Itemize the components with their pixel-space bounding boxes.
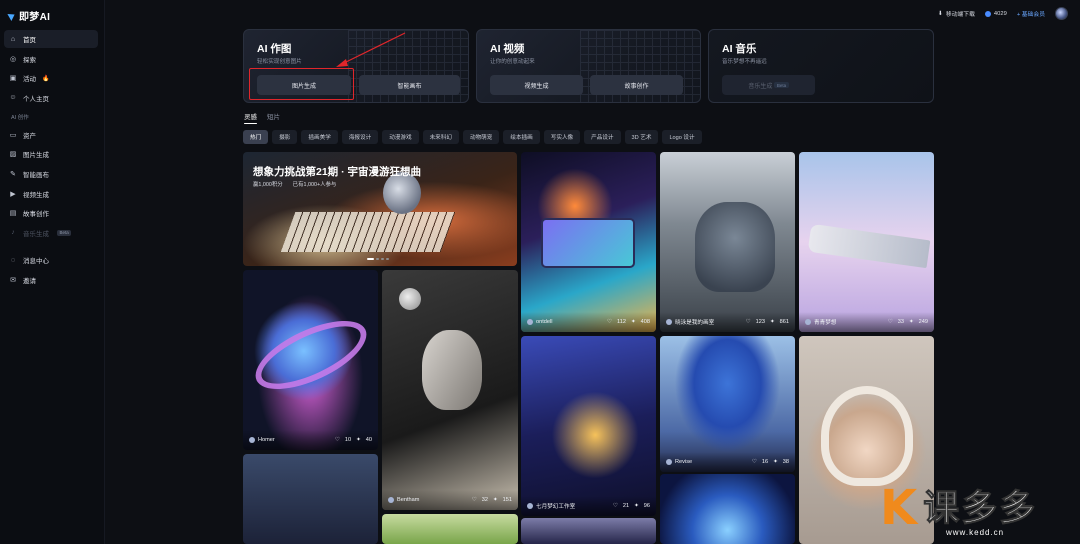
heart-icon[interactable]: ♡ bbox=[335, 437, 340, 443]
user-avatar-icon bbox=[527, 503, 533, 509]
gallery-tile[interactable]: Homer ♡ 10 ✦ 40 bbox=[243, 270, 378, 450]
heart-icon[interactable]: ♡ bbox=[472, 497, 477, 503]
tab-inspiration[interactable]: 灵感 bbox=[244, 111, 257, 124]
remix-icon: ✦ bbox=[773, 459, 778, 465]
hero-banner[interactable]: 想象力挑战第21期 · 宇宙漫游狂想曲 赢1,000积分 已有1,000+人参与 bbox=[243, 152, 517, 266]
remix-icon: ✦ bbox=[630, 319, 636, 325]
chip-portrait[interactable]: 写实人像 bbox=[543, 130, 581, 144]
gallery-tile[interactable] bbox=[660, 474, 795, 544]
chip-photography[interactable]: 摄影 bbox=[272, 130, 298, 144]
tile-likes: 112 bbox=[617, 319, 626, 325]
tile-meta: 七月梦幻工作室 ♡ 21 ✦ 96 bbox=[521, 496, 656, 516]
tile-remix-count: 40 bbox=[365, 437, 372, 443]
heart-icon[interactable]: ♡ bbox=[746, 319, 751, 325]
planet-ring-illustration bbox=[246, 306, 376, 404]
tile-author[interactable]: Revise bbox=[675, 459, 692, 465]
doll-illustration bbox=[821, 386, 913, 486]
cassette-illustration bbox=[541, 218, 635, 268]
tile-author[interactable]: ontdell bbox=[536, 319, 552, 325]
user-avatar-icon bbox=[249, 437, 255, 443]
gallery-tile[interactable]: 青青梦想 ♡ 33 ✦ 249 bbox=[799, 152, 934, 332]
chip-pets[interactable]: 动物萌宠 bbox=[462, 130, 500, 144]
tile-remix-count: 408 bbox=[640, 319, 650, 325]
remix-icon: ✦ bbox=[492, 497, 498, 503]
tile-likes: 33 bbox=[897, 319, 904, 325]
hero-subtitle: 赢1,000积分 已有1,000+人参与 bbox=[253, 180, 336, 188]
heart-icon[interactable]: ♡ bbox=[888, 319, 893, 325]
tile-likes: 10 bbox=[344, 437, 352, 443]
heart-icon[interactable]: ♡ bbox=[752, 459, 757, 465]
tile-author[interactable]: Homer bbox=[258, 437, 275, 443]
watermark-url: www.kedd.cn bbox=[946, 528, 1005, 537]
watermark-text: 课多多 bbox=[923, 487, 1038, 528]
content-tabs: 灵感 短片 bbox=[244, 111, 280, 124]
chip-picture-book[interactable]: 绘本插画 bbox=[503, 130, 540, 144]
carousel-dot[interactable] bbox=[367, 258, 374, 260]
carousel-dot[interactable] bbox=[386, 258, 389, 260]
remix-icon: ✦ bbox=[356, 437, 361, 443]
moon-illustration bbox=[399, 288, 421, 310]
watermark-k: K bbox=[880, 480, 918, 536]
chip-3d-art[interactable]: 3D 艺术 bbox=[624, 130, 659, 144]
remix-icon: ✦ bbox=[634, 503, 639, 509]
tile-author[interactable]: 青青梦想 bbox=[814, 318, 836, 326]
user-avatar-icon bbox=[388, 497, 394, 503]
tile-remix-count: 151 bbox=[502, 497, 512, 503]
remix-icon: ✦ bbox=[769, 319, 775, 325]
user-avatar-icon bbox=[666, 459, 672, 465]
tile-likes: 32 bbox=[481, 497, 488, 503]
tile-remix-count: 96 bbox=[643, 503, 650, 509]
carousel-dots[interactable] bbox=[367, 258, 389, 260]
tile-remix-count: 249 bbox=[918, 319, 928, 325]
tile-meta: ontdell ♡ 112 ✦ 408 bbox=[521, 312, 656, 332]
hero-reward: 赢1,000积分 bbox=[253, 182, 283, 188]
tile-likes: 16 bbox=[761, 459, 769, 465]
user-avatar-icon bbox=[527, 319, 533, 325]
remix-icon: ✦ bbox=[908, 319, 914, 325]
train-illustration bbox=[807, 223, 931, 269]
user-avatar-icon bbox=[666, 319, 672, 325]
tile-likes: 123 bbox=[755, 319, 765, 325]
hero-participants: 已有1,000+人参与 bbox=[292, 182, 337, 188]
chip-product[interactable]: 产品设计 bbox=[584, 130, 621, 144]
gallery-tile[interactable]: 七月梦幻工作室 ♡ 21 ✦ 96 bbox=[521, 336, 656, 516]
tile-author[interactable]: Bentham bbox=[397, 497, 419, 503]
carousel-dot[interactable] bbox=[376, 258, 379, 260]
gallery-tile[interactable]: 晓泳是我的画室 ♡ 123 ✦ 861 bbox=[660, 152, 795, 332]
gallery-tile[interactable] bbox=[382, 514, 518, 544]
tile-likes: 21 bbox=[622, 503, 630, 509]
tile-author[interactable]: 七月梦幻工作室 bbox=[536, 502, 575, 510]
tile-remix-count: 38 bbox=[782, 459, 789, 465]
tile-meta: Bentham ♡ 32 ✦ 151 bbox=[382, 490, 518, 510]
carousel-dot[interactable] bbox=[381, 258, 384, 260]
chip-illustration[interactable]: 插画美学 bbox=[301, 130, 338, 144]
tile-meta: 青青梦想 ♡ 33 ✦ 249 bbox=[799, 312, 934, 332]
tile-meta: Revise ♡ 16 ✦ 38 bbox=[660, 452, 795, 472]
gallery-tile[interactable] bbox=[521, 518, 656, 544]
gallery-tile[interactable] bbox=[243, 454, 378, 544]
tile-meta: Homer ♡ 10 ✦ 40 bbox=[243, 430, 378, 450]
hero-title: 想象力挑战第21期 · 宇宙漫游狂想曲 bbox=[253, 166, 422, 178]
tile-meta: 晓泳是我的画室 ♡ 123 ✦ 861 bbox=[660, 312, 795, 332]
gallery-tile[interactable]: Bentham ♡ 32 ✦ 151 bbox=[382, 270, 518, 510]
portrait-illustration bbox=[422, 330, 482, 410]
gallery-tile[interactable]: ontdell ♡ 112 ✦ 408 bbox=[521, 152, 656, 332]
chip-scifi[interactable]: 未来科幻 bbox=[422, 130, 459, 144]
chip-logo[interactable]: Logo 设计 bbox=[662, 130, 702, 144]
tab-shorts[interactable]: 短片 bbox=[267, 111, 280, 124]
chip-hot[interactable]: 热门 bbox=[243, 130, 269, 144]
cat-illustration bbox=[695, 202, 775, 292]
watermark-logo: K 课多多 bbox=[880, 484, 1037, 532]
chip-poster[interactable]: 海报设计 bbox=[341, 130, 379, 144]
category-chips: 热门 摄影 插画美学 海报设计 动漫游戏 未来科幻 动物萌宠 绘本插画 写实人像… bbox=[243, 130, 702, 144]
user-avatar-icon bbox=[805, 319, 811, 325]
chip-anime-game[interactable]: 动漫游戏 bbox=[382, 130, 419, 144]
tile-author[interactable]: 晓泳是我的画室 bbox=[675, 318, 714, 326]
tile-remix-count: 861 bbox=[779, 319, 789, 325]
gallery-tile[interactable]: Revise ♡ 16 ✦ 38 bbox=[660, 336, 795, 472]
piano-illustration bbox=[280, 212, 456, 252]
heart-icon[interactable]: ♡ bbox=[613, 503, 618, 509]
heart-icon[interactable]: ♡ bbox=[607, 319, 612, 325]
